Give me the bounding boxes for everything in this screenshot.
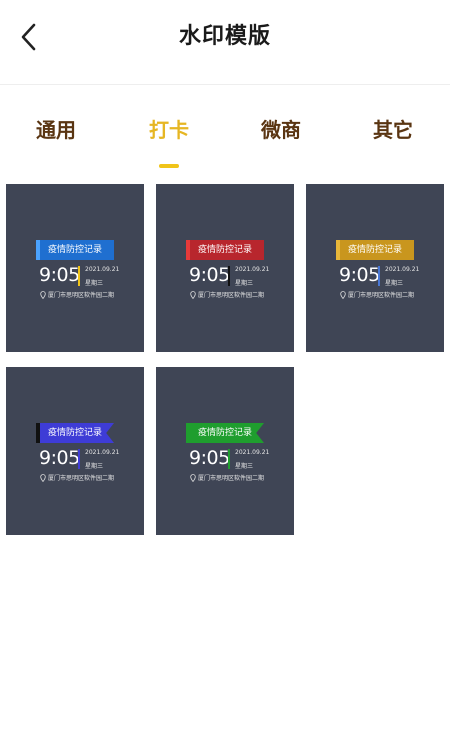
template-time: 9:05: [339, 264, 380, 286]
location-text: 厦门市思明区软件园二期: [48, 475, 115, 482]
template-location: 厦门市思明区软件园二期: [340, 290, 414, 299]
template-banner: 疫情防控记录: [186, 423, 264, 443]
divider-bar: [228, 449, 230, 469]
template-banner: 疫情防控记录: [36, 240, 114, 260]
location-pin-icon: [40, 290, 46, 299]
tab-wechat-business[interactable]: 微商: [241, 110, 321, 150]
divider-bar: [228, 266, 230, 286]
template-date: 2021.09.21: [85, 266, 120, 273]
template-time: 9:05: [39, 447, 80, 469]
template-time: 9:05: [39, 264, 80, 286]
active-tab-indicator: [159, 164, 179, 168]
template-title: 疫情防控记录: [347, 245, 402, 255]
template-card[interactable]: 疫情防控记录 9:05 2021.09.21 星期三 厦门市思明区软件园二期: [156, 184, 294, 352]
page-title: 水印模版: [178, 24, 271, 49]
template-weekday: 星期三: [235, 463, 254, 470]
template-location: 厦门市思明区软件园二期: [40, 473, 114, 482]
template-date: 2021.09.21: [235, 449, 270, 456]
template-banner: 疫情防控记录: [336, 240, 414, 260]
template-weekday: 星期三: [235, 280, 254, 287]
tab-general[interactable]: 通用: [16, 110, 96, 150]
location-pin-icon: [190, 473, 196, 482]
tab-bar: 通用 打卡 微商 其它: [0, 100, 450, 170]
divider-bar: [78, 449, 80, 469]
header: 水印模版: [0, 0, 450, 85]
template-date: 2021.09.21: [85, 449, 120, 456]
template-date: 2021.09.21: [235, 266, 270, 273]
template-card[interactable]: 疫情防控记录 9:05 2021.09.21 星期三 厦门市思明区软件园二期: [306, 184, 444, 352]
template-time: 9:05: [189, 447, 230, 469]
template-location: 厦门市思明区软件园二期: [40, 290, 114, 299]
location-pin-icon: [340, 290, 346, 299]
template-banner: 疫情防控记录: [186, 240, 264, 260]
divider-bar: [78, 266, 80, 286]
template-card[interactable]: 疫情防控记录 9:05 2021.09.21 星期三 厦门市思明区软件园二期: [6, 367, 144, 535]
location-pin-icon: [190, 290, 196, 299]
tab-label: 打卡: [149, 118, 189, 142]
banner-edge: [36, 423, 40, 443]
location-text: 厦门市思明区软件园二期: [198, 292, 265, 299]
tab-other[interactable]: 其它: [353, 110, 433, 150]
banner-edge: [336, 240, 340, 260]
tab-checkin[interactable]: 打卡: [129, 110, 209, 168]
template-banner: 疫情防控记录: [36, 423, 114, 443]
template-title: 疫情防控记录: [47, 428, 102, 438]
template-weekday: 星期三: [85, 463, 104, 470]
template-date: 2021.09.21: [385, 266, 420, 273]
banner-edge: [186, 423, 190, 443]
template-location: 厦门市思明区软件园二期: [190, 473, 264, 482]
location-pin-icon: [40, 473, 46, 482]
template-time: 9:05: [189, 264, 230, 286]
location-text: 厦门市思明区软件园二期: [198, 475, 265, 482]
template-location: 厦门市思明区软件园二期: [190, 290, 264, 299]
location-text: 厦门市思明区软件园二期: [48, 292, 115, 299]
banner-edge: [186, 240, 190, 260]
template-weekday: 星期三: [85, 280, 104, 287]
divider-bar: [378, 266, 380, 286]
banner-edge: [36, 240, 40, 260]
template-title: 疫情防控记录: [47, 245, 102, 255]
template-title: 疫情防控记录: [197, 428, 252, 438]
template-weekday: 星期三: [385, 280, 404, 287]
template-card[interactable]: 疫情防控记录 9:05 2021.09.21 星期三 厦门市思明区软件园二期: [6, 184, 144, 352]
template-card[interactable]: 疫情防控记录 9:05 2021.09.21 星期三 厦门市思明区软件园二期: [156, 367, 294, 535]
template-title: 疫情防控记录: [197, 245, 252, 255]
location-text: 厦门市思明区软件园二期: [348, 292, 415, 299]
